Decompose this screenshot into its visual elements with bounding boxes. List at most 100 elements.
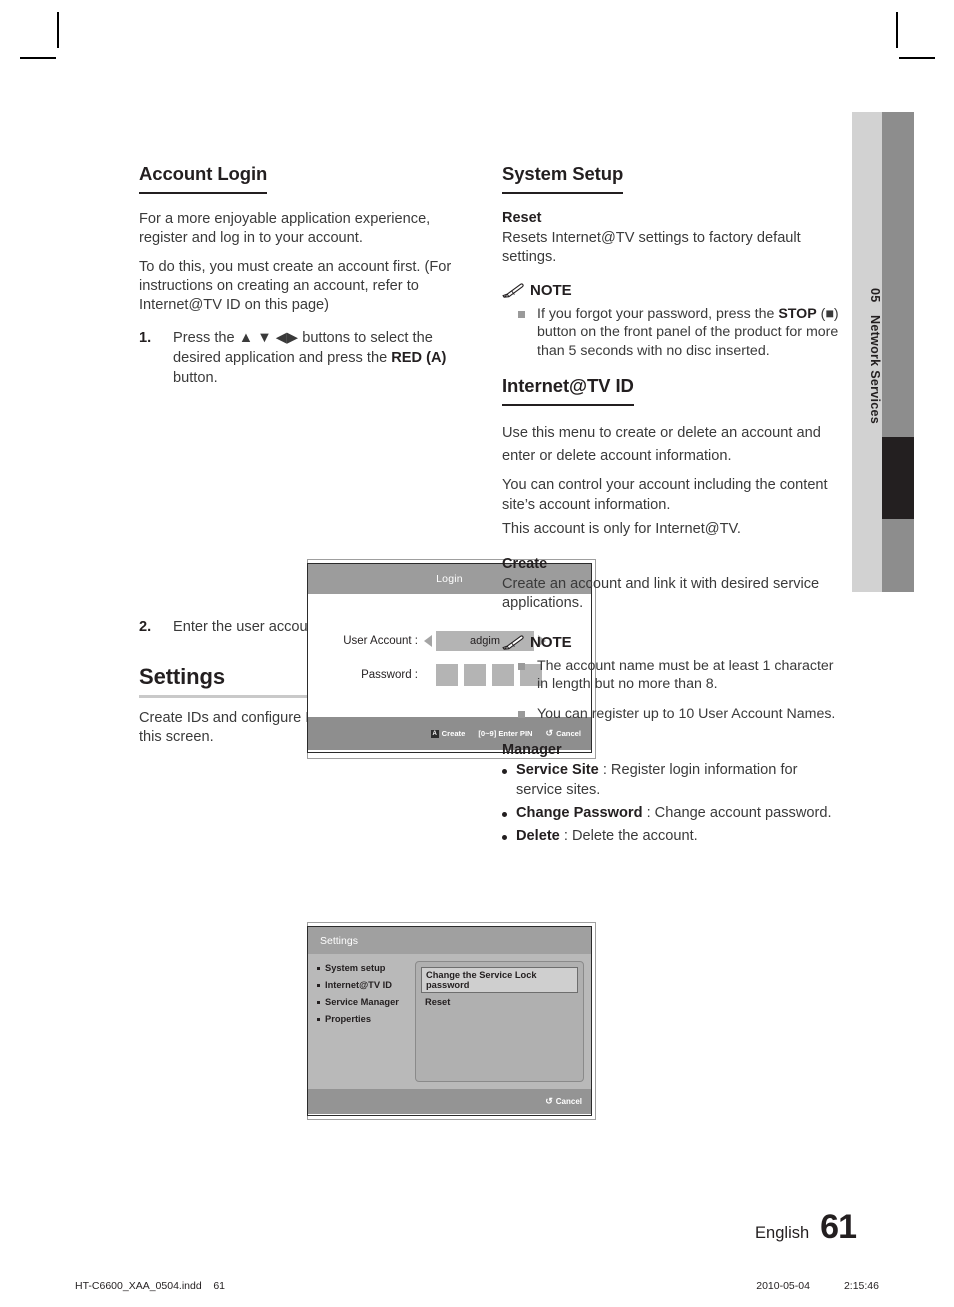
note-item-text: You can register up to 10 User Account N… — [537, 706, 836, 723]
system-setup-heading-wrap: System Setup — [502, 163, 842, 197]
print-footer-date: 2010-05-04 — [756, 1280, 810, 1292]
account-login-step-1: 1. Press the ▲ ▼ ◀▶ buttons to select th… — [139, 329, 479, 389]
bullet-dot-icon — [502, 812, 507, 818]
note-title: NOTE — [502, 282, 842, 299]
manager-bullet-service-site: Service Site : Register login informatio… — [502, 761, 842, 800]
manager-bullet-bold: Service Site — [516, 762, 599, 779]
manager-sub-heading: Manager — [502, 742, 562, 759]
create-text: Create an account and link it with desir… — [502, 576, 820, 612]
step-number: 2. — [139, 618, 152, 635]
manager-bullet-bold: Delete — [516, 828, 560, 845]
bullet-square-icon — [317, 967, 320, 970]
note-title-label: NOTE — [530, 633, 572, 651]
print-footer-filename: HT-C6600_XAA_0504.indd — [75, 1280, 202, 1292]
chapter-side-tab: 05 Network Services — [852, 112, 914, 592]
chapter-number: 05 — [868, 288, 882, 303]
system-setup-heading: System Setup — [502, 163, 623, 194]
footer-language: English — [755, 1224, 810, 1242]
system-setup-note-block: NOTE If you forgot your password, press … — [502, 282, 842, 362]
note-bullet-square-icon — [518, 310, 525, 318]
account-login-paragraph-2: To do this, you must create an account f… — [139, 258, 452, 314]
manager-bullet-bold: Change Password — [516, 805, 643, 822]
note-title-label: NOTE — [530, 281, 572, 299]
reset-sub-heading: Reset — [502, 210, 542, 226]
manager-bullet-text: Change Password : Change account passwor… — [516, 804, 842, 823]
note-bullet-square-icon — [518, 662, 525, 670]
login-create-hint[interactable]: A Create — [430, 729, 466, 738]
right-column: System Setup Reset Resets Internet@TV se… — [502, 163, 842, 851]
note-item: The account name must be at least 1 char… — [502, 657, 842, 695]
print-footer-folio: 61 — [213, 1280, 226, 1292]
internet-tv-id-paragraph-2: You can control your account including t… — [502, 477, 828, 513]
settings-panel-row-change-lock-password[interactable]: Change the Service Lock password — [421, 967, 578, 993]
left-column: Account Login For a more enjoyable appli… — [139, 163, 596, 1120]
step-text-after: button. — [173, 369, 218, 386]
settings-menu-list: System setup Internet@TV ID Service Mana… — [315, 961, 415, 1082]
red-button-a-icon: A — [430, 729, 439, 738]
manager-bullet-rest: : Delete the account. — [559, 828, 698, 845]
return-icon: ↺ — [545, 1096, 553, 1106]
settings-body: System setup Internet@TV ID Service Mana… — [308, 954, 591, 1089]
settings-panel-row-reset[interactable]: Reset — [421, 995, 578, 1009]
settings-menu-item-service-manager[interactable]: Service Manager — [315, 997, 415, 1007]
password-digit-box[interactable] — [464, 664, 486, 686]
note-item-text: The account name must be at least 1 char… — [537, 657, 834, 693]
note-item: You can register up to 10 User Account N… — [502, 705, 842, 724]
login-user-account-label: User Account : — [343, 635, 418, 647]
internet-tv-id-paragraph-1: Use this menu to create or delete an acc… — [502, 425, 821, 464]
step-text: Press the ▲ ▼ ◀▶ buttons to select the d… — [173, 329, 479, 389]
login-password-label: Password : — [361, 669, 418, 681]
manager-bullet-text: Service Site : Register login informatio… — [516, 761, 842, 800]
chapter-title: Network Services — [868, 314, 882, 424]
crop-mark-top-right-horizontal — [899, 57, 935, 59]
note-item: If you forgot your password, press the S… — [502, 305, 842, 362]
bullet-dot-icon — [502, 769, 507, 775]
settings-menu-label: Service Manager — [325, 997, 399, 1007]
print-footer-time: 2:15:46 — [843, 1280, 879, 1292]
chapter-tab-gray-band — [882, 112, 914, 592]
settings-footer-bar: ↺ Cancel — [308, 1089, 591, 1114]
crop-mark-top-left-vertical — [57, 12, 59, 48]
settings-menu-item-system-setup[interactable]: System setup — [315, 963, 415, 973]
bullet-square-icon — [317, 1018, 320, 1021]
settings-menu-label: Internet@TV ID — [325, 980, 392, 990]
password-digit-box[interactable] — [436, 664, 458, 686]
bullet-dot-icon — [502, 835, 507, 841]
footer-page-number: 61 — [820, 1208, 857, 1246]
bullet-square-icon — [317, 1001, 320, 1004]
note-title: NOTE — [502, 634, 842, 651]
crop-mark-top-right-vertical — [896, 12, 898, 48]
reset-text: Resets Internet@TV settings to factory d… — [502, 230, 801, 266]
print-footer: HT-C6600_XAA_0504.indd 61 2010-05-04 2:1… — [0, 1280, 954, 1292]
settings-menu-item-properties[interactable]: Properties — [315, 1014, 415, 1024]
manager-bullet-text: Delete : Delete the account. — [516, 827, 842, 846]
settings-detail-panel: Change the Service Lock password Reset — [415, 961, 584, 1082]
settings-menu-label: System setup — [325, 963, 386, 973]
bullet-square-icon — [317, 984, 320, 987]
settings-menu-label: Properties — [325, 1014, 371, 1024]
login-create-label: Create — [441, 729, 466, 738]
account-login-heading-wrap: Account Login — [139, 163, 479, 197]
pencil-icon — [502, 283, 524, 298]
step-text-bold: RED (A) — [391, 350, 447, 367]
settings-screenshot: Settings System setup Internet@TV ID Ser… — [307, 926, 592, 1116]
crop-mark-top-left-horizontal — [20, 57, 56, 59]
note-item-text: If you forgot your password, press the S… — [537, 305, 842, 362]
note-text-1: If you forgot your password, press the — [537, 305, 779, 322]
note-bullet-square-icon — [518, 711, 525, 719]
internet-tv-id-heading-wrap: Internet@TV ID — [502, 375, 842, 409]
chapter-tab-marker — [882, 437, 914, 519]
internet-tv-id-heading: Internet@TV ID — [502, 375, 634, 407]
chapter-tab-text: 05 Network Services — [852, 112, 882, 592]
settings-cancel-label: Cancel — [555, 1097, 582, 1106]
account-login-heading: Account Login — [139, 163, 267, 194]
step-number: 1. — [139, 330, 152, 347]
account-login-paragraph-1: For a more enjoyable application experie… — [139, 211, 431, 247]
left-arrow-icon[interactable] — [424, 635, 432, 647]
note-text-bold: STOP — [778, 305, 817, 322]
pencil-icon — [502, 635, 524, 650]
internet-tv-id-paragraph-3: This account is only for Internet@TV. — [502, 520, 741, 537]
manager-bullet-rest: : Change account password. — [642, 805, 832, 822]
settings-menu-item-internet-tv-id[interactable]: Internet@TV ID — [315, 980, 415, 990]
print-footer-file: HT-C6600_XAA_0504.indd 61 — [75, 1280, 225, 1292]
